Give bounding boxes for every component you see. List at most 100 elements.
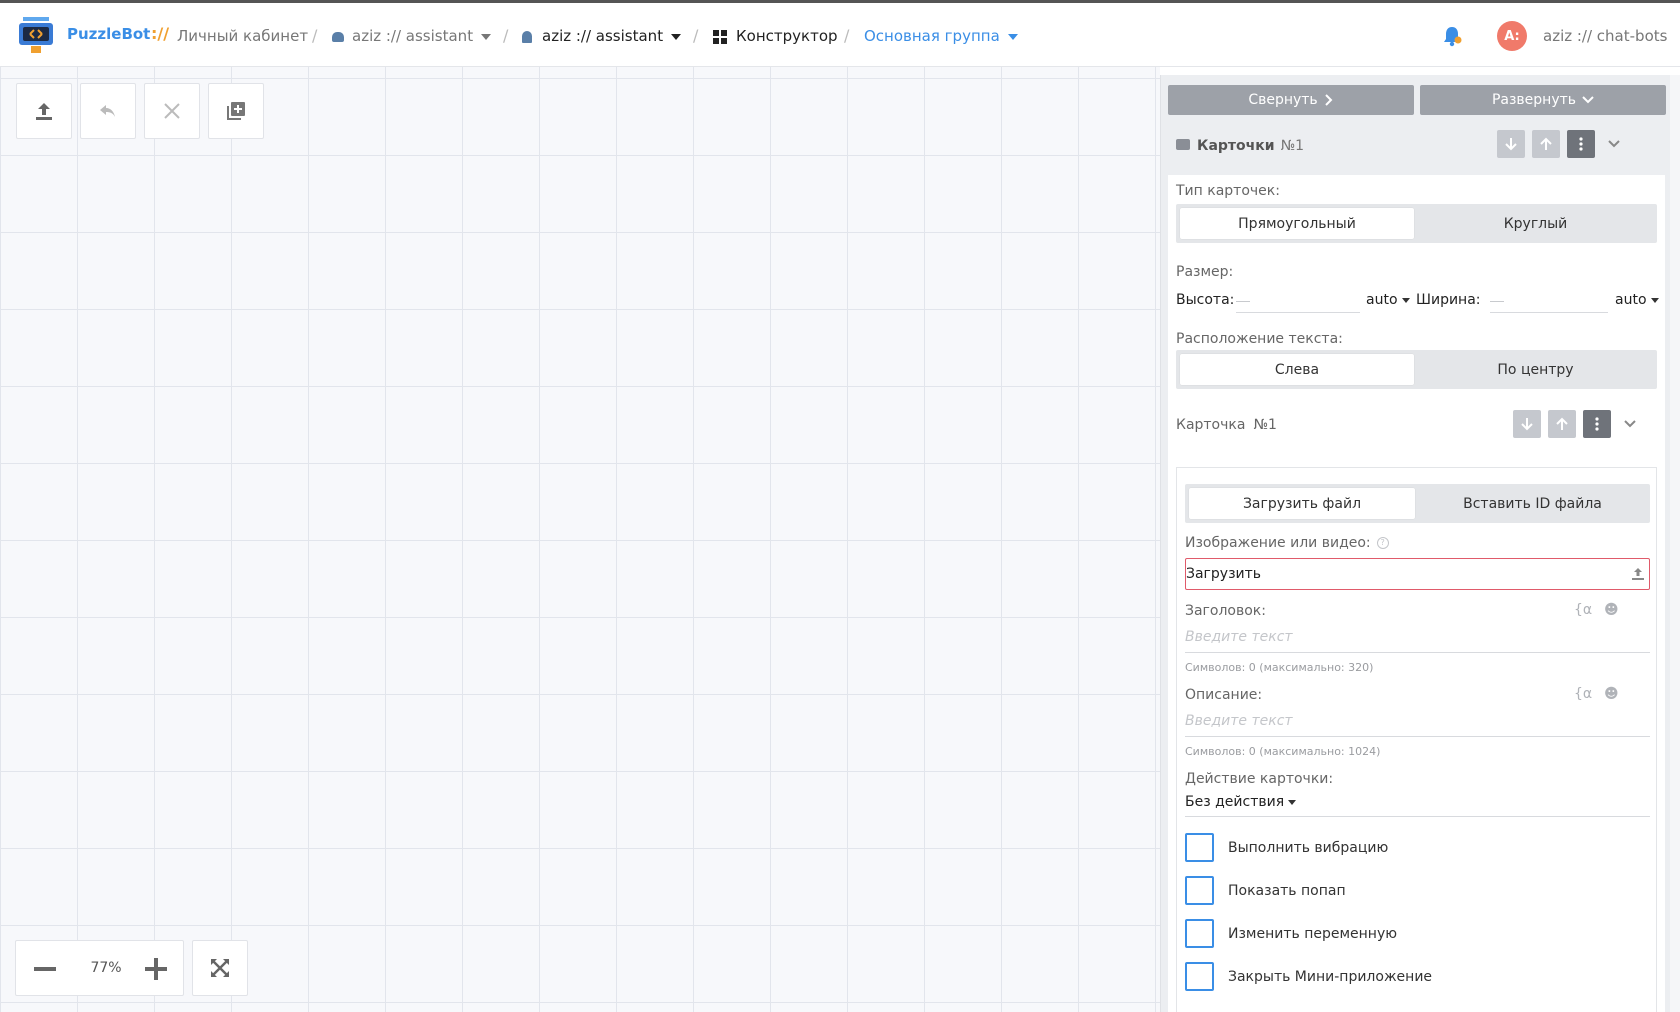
description-label: Описание: (1185, 687, 1263, 703)
arrow-down-icon (1505, 138, 1517, 151)
card-move-up-button[interactable] (1548, 410, 1576, 438)
media-label-text: Изображение или видео: (1185, 535, 1371, 551)
text-position-center[interactable]: По центру (1418, 354, 1653, 385)
title-char-count: Символов: 0 (максимально: 320) (1185, 661, 1374, 674)
user-icon (522, 30, 532, 43)
change-variable-checkbox[interactable] (1185, 919, 1214, 948)
emoji-icon[interactable]: ☻ (1604, 602, 1619, 618)
top-bar: PuzzleBot :// Личный кабинет / aziz :// … (0, 0, 1680, 67)
change-variable-label: Изменить переменную (1228, 926, 1398, 942)
width-input-dash (1490, 301, 1504, 302)
breadcrumb-separator: / (503, 26, 509, 45)
upload-button[interactable] (16, 83, 72, 139)
height-unit-select[interactable]: auto (1366, 292, 1410, 308)
card-action-select[interactable]: Без действия (1185, 794, 1297, 810)
section-title-label: Карточки (1197, 138, 1275, 154)
constructor-canvas[interactable]: 77% (0, 67, 1160, 1012)
card-type-switch: Прямоугольный Круглый (1176, 204, 1657, 243)
width-label: Ширина: (1416, 292, 1481, 308)
card-body: Загрузить файл Вставить ID файла Изображ… (1176, 467, 1657, 1012)
card-more-options-button[interactable] (1583, 410, 1611, 438)
variable-icon[interactable]: {α (1574, 602, 1592, 618)
height-input-dash (1236, 301, 1250, 302)
upload-icon (36, 103, 52, 120)
brand-name[interactable]: PuzzleBot (67, 25, 150, 43)
undo-icon (100, 105, 115, 117)
breadcrumb-separator: / (312, 26, 318, 45)
zoom-out-button[interactable] (34, 967, 56, 971)
avatar[interactable]: A: (1497, 21, 1527, 51)
emoji-icon[interactable]: ☻ (1604, 686, 1619, 702)
variable-icon[interactable]: {α (1574, 686, 1592, 702)
help-icon[interactable]: ? (1376, 537, 1389, 549)
brand-separator: :// (151, 24, 170, 43)
cards-icon (1176, 139, 1190, 150)
zoom-in-button-vertical[interactable] (154, 958, 158, 980)
expand-icon (211, 959, 229, 977)
upload-file-tab[interactable]: Загрузить файл (1189, 488, 1415, 519)
breadcrumb-constructor[interactable]: Конструктор (713, 27, 838, 45)
collapse-button[interactable]: Свернуть (1168, 85, 1414, 115)
fit-screen-button[interactable] (192, 940, 248, 996)
chevron-down-icon (1007, 33, 1018, 40)
bell-icon[interactable] (1441, 25, 1463, 47)
move-down-button[interactable] (1497, 130, 1525, 158)
add-block-button[interactable] (208, 83, 264, 139)
description-input[interactable]: Введите текст (1185, 713, 1293, 729)
chevron-down-icon (481, 33, 492, 40)
breadcrumb-cabinet[interactable]: Личный кабинет (177, 27, 308, 45)
breadcrumb-separator: / (844, 26, 850, 45)
file-id-tab[interactable]: Вставить ID файла (1419, 488, 1646, 519)
close-miniapp-label: Закрыть Мини-приложение (1228, 969, 1433, 985)
upload-icon[interactable] (1631, 567, 1645, 581)
card-type-round[interactable]: Круглый (1418, 208, 1653, 239)
close-miniapp-checkbox[interactable] (1185, 962, 1214, 991)
breadcrumb-group[interactable]: Основная группа (864, 27, 1018, 45)
puzzlebot-logo-icon[interactable] (19, 17, 53, 53)
caret-down-icon (1401, 297, 1410, 303)
height-label: Высота: (1176, 292, 1235, 308)
more-vertical-icon (1579, 137, 1583, 151)
card-move-down-button[interactable] (1513, 410, 1541, 438)
expand-button[interactable]: Развернуть (1420, 85, 1666, 115)
popup-label: Показать попап (1228, 883, 1346, 899)
breadcrumb-bot-label: aziz :// assistant (352, 27, 474, 45)
breadcrumb-separator: / (693, 26, 699, 45)
text-position-left[interactable]: Слева (1180, 354, 1414, 385)
title-input-underline (1185, 652, 1650, 653)
delete-button[interactable] (144, 83, 200, 139)
chevron-down-icon[interactable] (1607, 137, 1621, 151)
chevron-down-icon (1582, 96, 1594, 104)
card-title-label: Карточка (1176, 417, 1246, 433)
collapse-label: Свернуть (1248, 92, 1318, 108)
close-icon (164, 103, 180, 119)
panel-scrollbar[interactable] (1670, 75, 1680, 1012)
breadcrumb-constructor-label: Конструктор (736, 27, 838, 45)
text-position-label: Расположение текста: (1176, 331, 1343, 347)
properties-panel: Свернуть Развернуть Карточки №1 Тип карто… (1160, 75, 1670, 1012)
arrow-down-icon (1521, 418, 1533, 431)
chevron-down-icon[interactable] (1623, 417, 1637, 431)
vibration-checkbox[interactable] (1185, 833, 1214, 862)
chevron-right-icon (1324, 94, 1333, 106)
move-up-button[interactable] (1532, 130, 1560, 158)
description-input-underline (1185, 736, 1650, 737)
user-name[interactable]: aziz :// chat-bots (1543, 27, 1667, 45)
media-label: Изображение или видео:? (1185, 535, 1389, 551)
height-input[interactable] (1236, 312, 1360, 313)
card-type-rectangular[interactable]: Прямоугольный (1180, 208, 1414, 239)
more-options-button[interactable] (1567, 130, 1595, 158)
description-char-count: Символов: 0 (максимально: 1024) (1185, 745, 1381, 758)
width-input[interactable] (1490, 312, 1608, 313)
media-upload-field[interactable]: Загрузить (1185, 558, 1650, 590)
breadcrumb-bot[interactable]: aziz :// assistant (332, 27, 492, 45)
grid-icon (713, 29, 727, 44)
breadcrumb-account[interactable]: aziz :// assistant (522, 27, 682, 45)
upload-text: Загрузить (1186, 566, 1262, 582)
popup-checkbox[interactable] (1185, 876, 1214, 905)
width-unit-select[interactable]: auto (1615, 292, 1659, 308)
file-source-switch: Загрузить файл Вставить ID файла (1185, 484, 1650, 523)
undo-button[interactable] (80, 83, 136, 139)
card-number: №1 (1253, 417, 1277, 433)
title-input[interactable]: Введите текст (1185, 629, 1293, 645)
